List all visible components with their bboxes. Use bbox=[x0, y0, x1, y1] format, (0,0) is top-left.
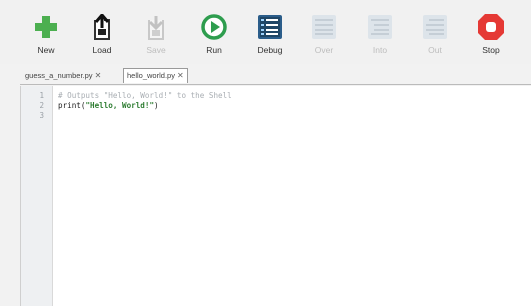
load-file-icon bbox=[88, 12, 116, 42]
close-icon[interactable]: ✕ bbox=[177, 71, 184, 80]
over-label: Over bbox=[314, 45, 334, 55]
play-icon bbox=[200, 12, 228, 42]
close-icon[interactable]: ✕ bbox=[95, 71, 102, 80]
editor-tabs: guess_a_number.py ✕ hello_world.py ✕ bbox=[20, 67, 531, 85]
tab-guess-a-number[interactable]: guess_a_number.py ✕ bbox=[22, 69, 104, 83]
new-label: New bbox=[37, 45, 55, 55]
code-line-print: print("Hello, World!") bbox=[58, 101, 159, 110]
plus-icon bbox=[32, 12, 60, 42]
close-paren: ) bbox=[154, 101, 159, 110]
step-out-icon bbox=[421, 12, 449, 42]
save-button[interactable]: Save bbox=[128, 12, 184, 64]
line-number: 2 bbox=[39, 101, 44, 110]
code-editor[interactable]: 1 2 3 # Outputs "Hello, World!" to the S… bbox=[20, 86, 531, 306]
step-out-button[interactable]: Out bbox=[407, 12, 463, 64]
step-over-button[interactable]: Over bbox=[296, 12, 352, 64]
save-label: Save bbox=[146, 45, 166, 55]
line-number: 1 bbox=[39, 91, 44, 100]
debug-button[interactable]: Debug bbox=[242, 12, 298, 64]
run-button[interactable]: Run bbox=[186, 12, 242, 64]
step-over-icon bbox=[310, 12, 338, 42]
debug-label: Debug bbox=[257, 45, 283, 55]
step-into-icon bbox=[366, 12, 394, 42]
debug-icon bbox=[256, 12, 284, 42]
out-label: Out bbox=[428, 45, 442, 55]
line-number: 3 bbox=[39, 111, 44, 120]
step-into-button[interactable]: Into bbox=[352, 12, 408, 64]
tab-label: guess_a_number.py bbox=[25, 71, 93, 80]
code-line-comment: # Outputs "Hello, World!" to the Shell bbox=[58, 91, 232, 100]
load-button[interactable]: Load bbox=[74, 12, 130, 64]
stop-icon bbox=[477, 12, 505, 42]
string-literal: "Hello, World!" bbox=[85, 101, 155, 110]
run-label: Run bbox=[206, 45, 222, 55]
tab-hello-world[interactable]: hello_world.py ✕ bbox=[123, 68, 188, 83]
toolbar: New Load Save Run Debug Over Into Out St… bbox=[0, 0, 531, 64]
line-number-gutter: 1 2 3 bbox=[21, 86, 53, 306]
into-label: Into bbox=[372, 45, 388, 55]
function-name: print bbox=[58, 101, 81, 110]
stop-label: Stop bbox=[482, 45, 500, 55]
load-label: Load bbox=[92, 45, 112, 55]
tab-label: hello_world.py bbox=[127, 71, 175, 80]
save-file-icon bbox=[142, 12, 170, 42]
left-margin bbox=[0, 64, 20, 306]
stop-button[interactable]: Stop bbox=[463, 12, 519, 64]
new-button[interactable]: New bbox=[18, 12, 74, 64]
